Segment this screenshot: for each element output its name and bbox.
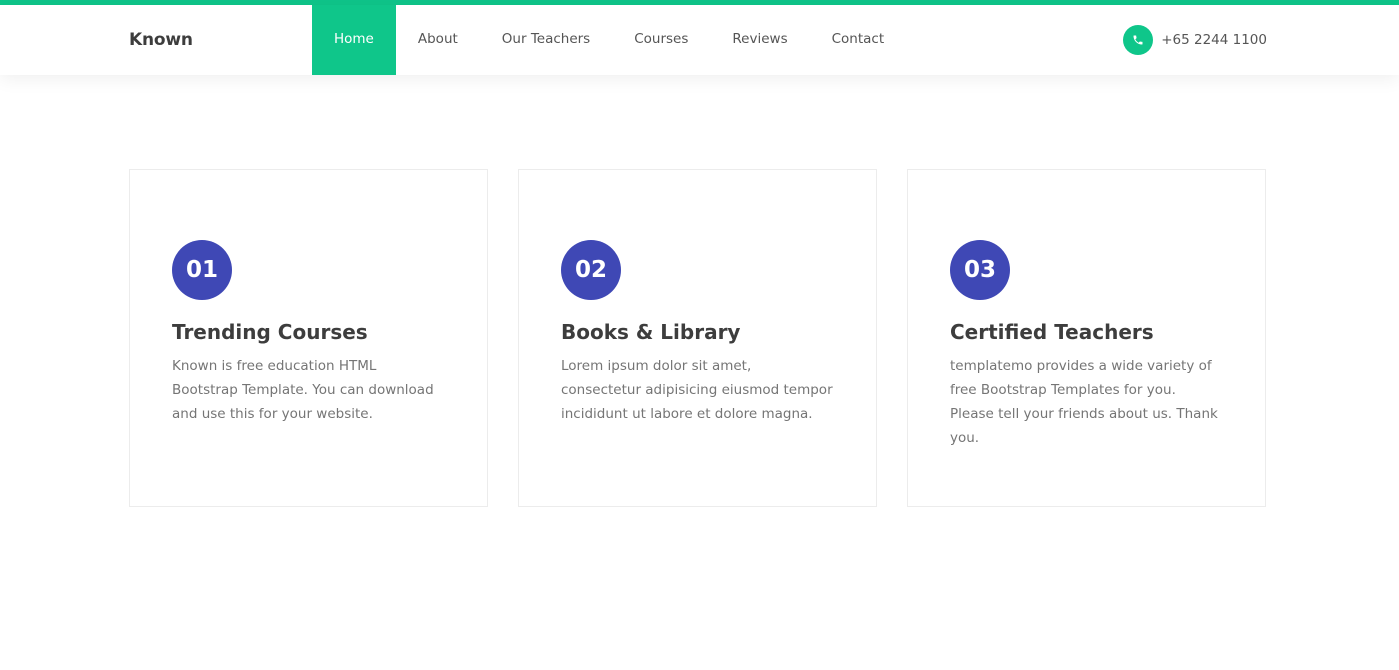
nav-item-reviews[interactable]: Reviews <box>710 5 809 75</box>
feature-title: Books & Library <box>561 320 741 344</box>
feature-card-certified-teachers: 03 Certified Teachers templatemo provide… <box>907 169 1266 507</box>
feature-card-trending-courses: 01 Trending Courses Known is free educat… <box>129 169 488 507</box>
feature-description: Known is free education HTML Bootstrap T… <box>172 358 434 422</box>
phone-number[interactable]: +65 2244 1100 <box>1161 32 1267 48</box>
feature-number-badge: 02 <box>561 240 621 300</box>
main-nav: Home About Our Teachers Courses Reviews … <box>312 5 906 75</box>
navbar: Known Home About Our Teachers Courses Re… <box>0 5 1399 75</box>
nav-item-about[interactable]: About <box>396 5 480 75</box>
feature-number-badge: 01 <box>172 240 232 300</box>
phone-contact[interactable]: +65 2244 1100 <box>1123 5 1267 75</box>
nav-item-home[interactable]: Home <box>312 5 396 75</box>
phone-icon <box>1123 25 1154 55</box>
nav-item-courses[interactable]: Courses <box>612 5 710 75</box>
brand-logo[interactable]: Known <box>129 5 193 75</box>
nav-item-contact[interactable]: Contact <box>810 5 907 75</box>
feature-description: templatemo provides a wide variety of fr… <box>950 358 1218 446</box>
feature-cards: 01 Trending Courses Known is free educat… <box>129 169 1266 507</box>
feature-card-books-library: 02 Books & Library Lorem ipsum dolor sit… <box>518 169 877 507</box>
feature-title: Trending Courses <box>172 320 368 344</box>
feature-number-badge: 03 <box>950 240 1010 300</box>
feature-description: Lorem ipsum dolor sit amet, consectetur … <box>561 358 833 422</box>
feature-title: Certified Teachers <box>950 320 1154 344</box>
nav-item-our-teachers[interactable]: Our Teachers <box>480 5 612 75</box>
